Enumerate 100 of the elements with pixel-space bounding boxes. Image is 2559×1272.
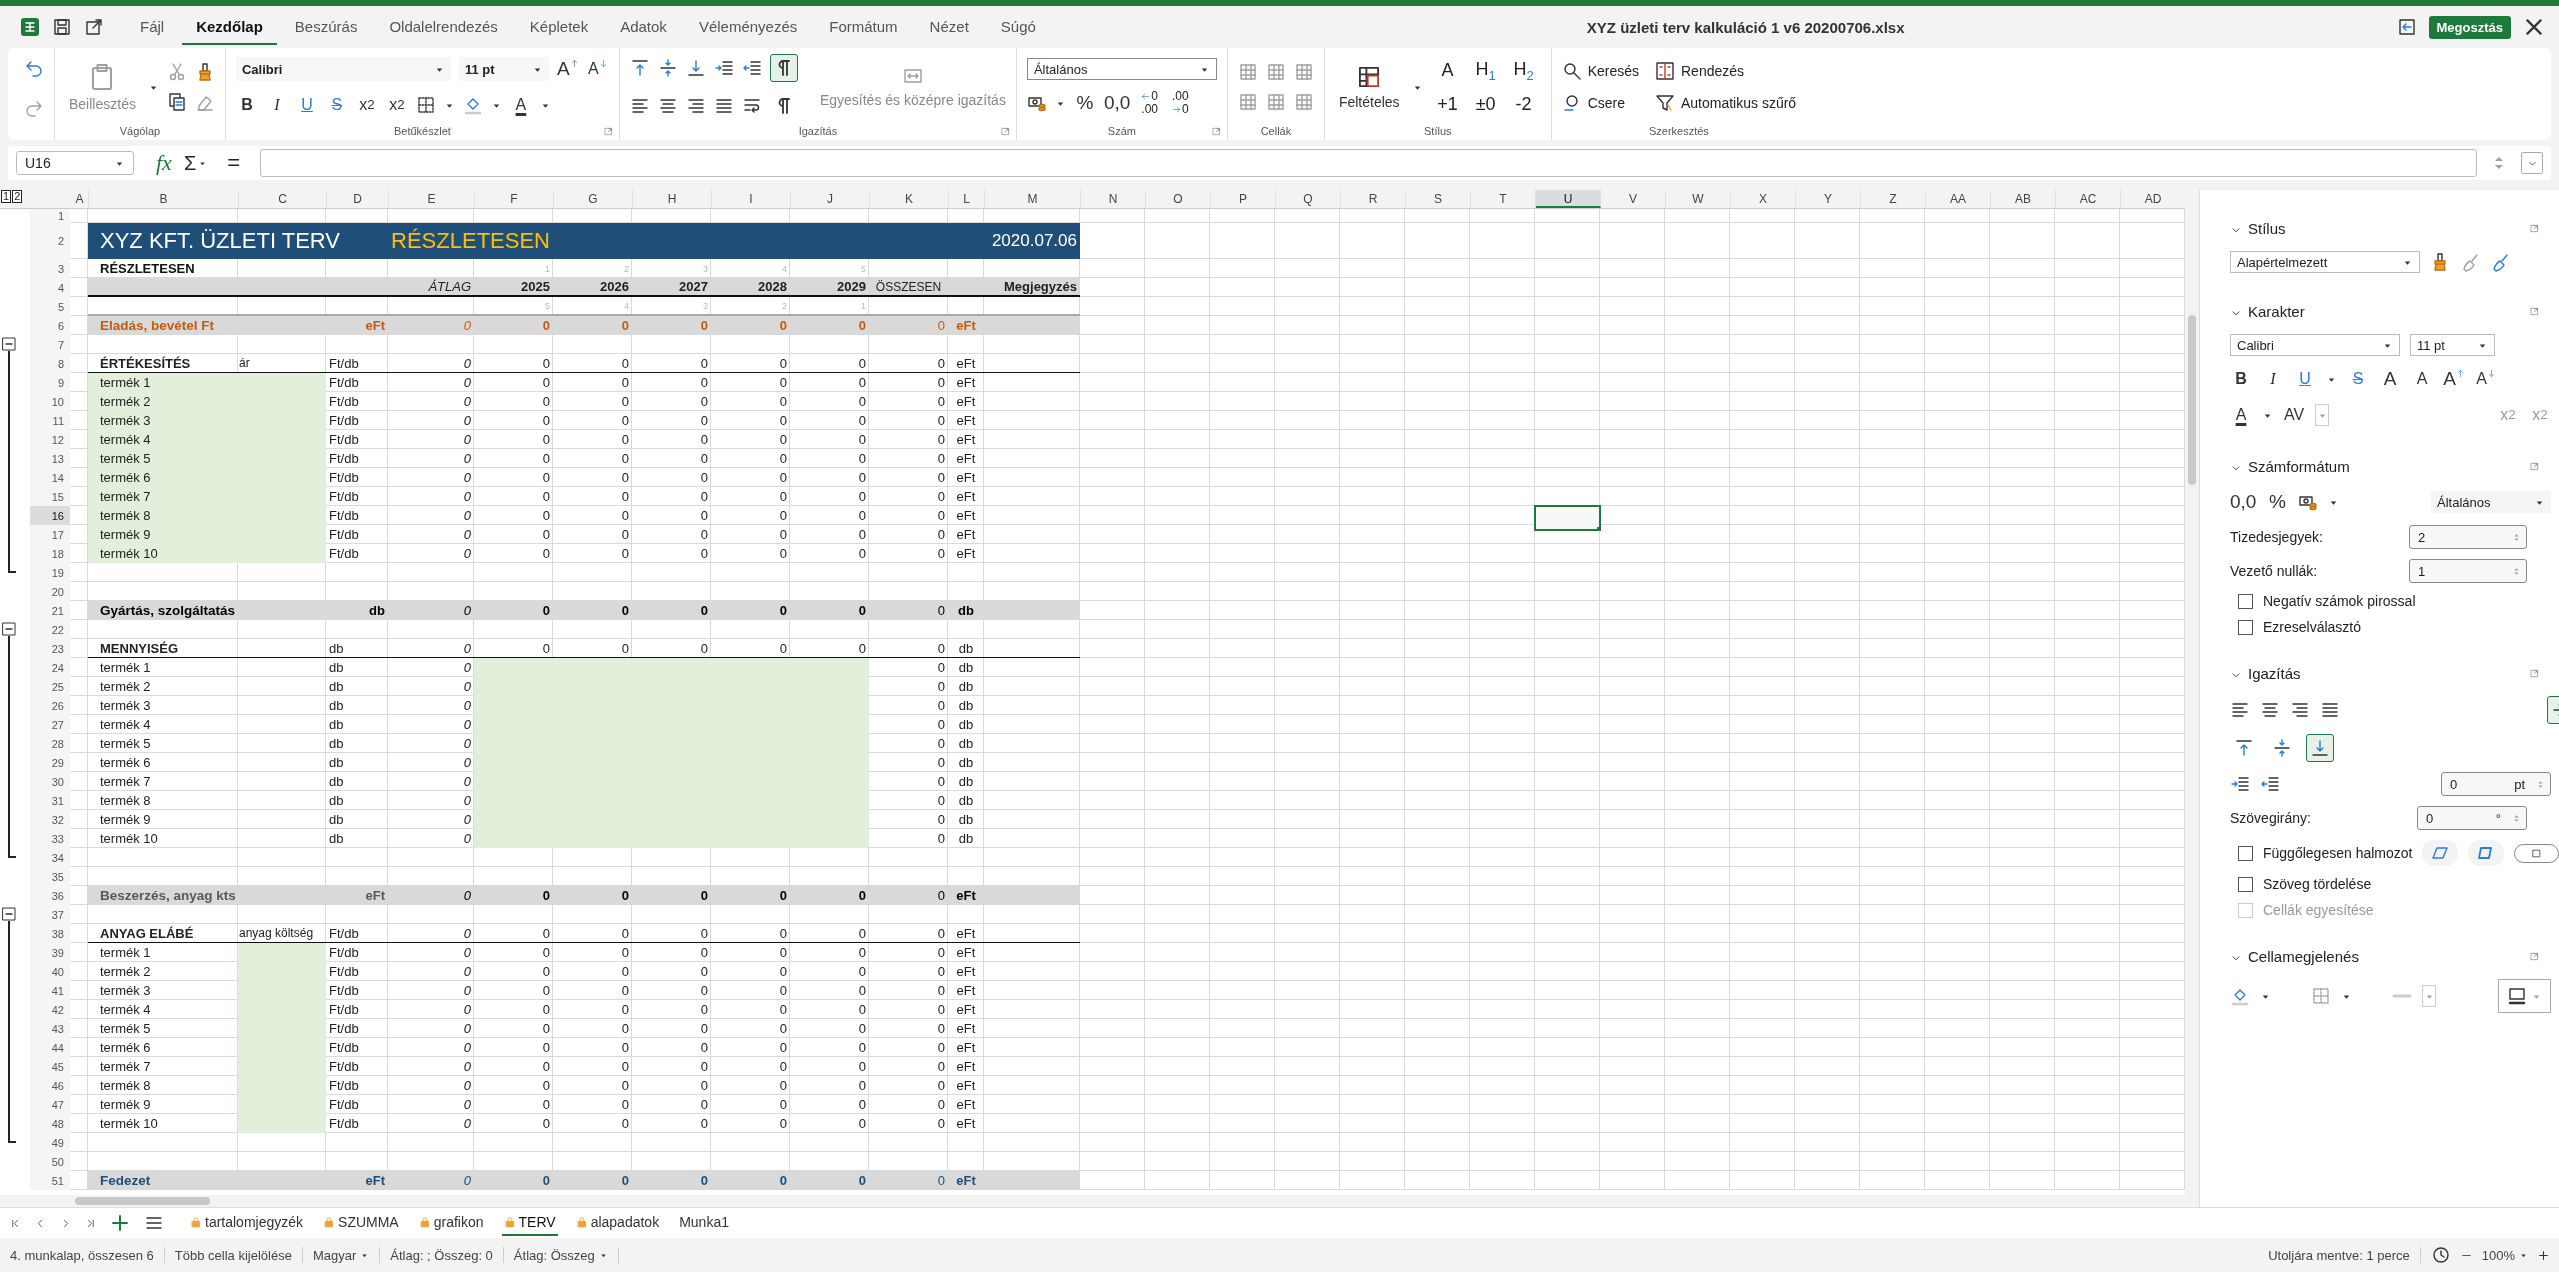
clear-format-button[interactable]: A <box>2411 366 2433 392</box>
row-header[interactable]: 29 <box>30 753 70 772</box>
brush-icon[interactable] <box>2460 252 2480 272</box>
find-button[interactable]: Keresés <box>1561 61 1639 81</box>
launcher-icon[interactable] <box>2530 462 2539 471</box>
column-header[interactable]: V <box>1601 190 1666 208</box>
menu-tab[interactable]: Oldalelrendezés <box>375 9 512 45</box>
text-effects-button[interactable]: A <box>2379 366 2401 392</box>
font-select[interactable]: Calibri <box>2230 334 2400 356</box>
slant-button[interactable] <box>2468 840 2505 866</box>
style-button[interactable]: H$_{1}$ <box>1468 58 1503 83</box>
panel-toggle-icon[interactable] <box>2396 17 2417 37</box>
column-header[interactable]: G <box>554 190 633 208</box>
input-field[interactable]: 0 ° <box>2417 806 2527 830</box>
column-header[interactable]: W <box>1666 190 1731 208</box>
grow-font-button[interactable]: A <box>556 56 579 82</box>
expand-button[interactable] <box>2521 152 2543 174</box>
style-button[interactable]: H$_{2}$ <box>1506 58 1541 83</box>
column-header[interactable]: J <box>791 190 870 208</box>
square-icon[interactable] <box>2531 847 2543 859</box>
row-header[interactable]: 23 <box>30 639 70 658</box>
launcher-icon[interactable] <box>2530 224 2539 233</box>
row-header[interactable]: 7 <box>30 335 70 354</box>
lock-icon[interactable] <box>323 1216 336 1228</box>
row-header[interactable]: 26 <box>30 696 70 715</box>
close-icon[interactable] <box>2523 16 2545 38</box>
row-header[interactable]: 31 <box>30 791 70 810</box>
column-header[interactable]: AC <box>2056 190 2121 208</box>
launcher-icon[interactable] <box>603 126 613 136</box>
row-header[interactable]: 8 <box>30 354 70 373</box>
row-header[interactable]: 16 <box>30 506 70 525</box>
checkbox[interactable] <box>2238 593 2253 609</box>
row-header[interactable]: 2 <box>30 223 70 259</box>
arrow-up-icon[interactable] <box>2455 369 2465 378</box>
input-cell[interactable] <box>474 658 869 677</box>
launcher-icon[interactable] <box>2530 952 2539 961</box>
row-header[interactable]: 25 <box>30 677 70 696</box>
sheet-tab[interactable]: tartalomjegyzék <box>188 1210 306 1236</box>
checkbox[interactable] <box>2238 876 2253 892</box>
column-header[interactable]: A <box>71 190 89 208</box>
row-header[interactable]: 40 <box>30 962 70 981</box>
italic-button[interactable]: I <box>265 92 288 118</box>
row-header[interactable]: 43 <box>30 1019 70 1038</box>
column-header[interactable]: O <box>1146 190 1211 208</box>
sheet-tab[interactable]: grafikon <box>416 1210 486 1236</box>
column-header[interactable]: U <box>1536 190 1601 208</box>
section-title[interactable]: Karakter <box>2248 303 2305 320</box>
equals-button[interactable]: = <box>227 150 241 176</box>
sheet-tab[interactable]: TERV <box>501 1210 558 1236</box>
toggle-button[interactable] <box>2514 843 2559 863</box>
row-header[interactable]: 13 <box>30 449 70 468</box>
format-select[interactable]: Általános <box>2431 491 2551 513</box>
column-header[interactable]: D <box>327 190 389 208</box>
collapse-icon[interactable] <box>2 622 16 636</box>
align-top-icon[interactable] <box>629 58 650 78</box>
lock-icon[interactable] <box>418 1216 431 1228</box>
bold-button[interactable]: B <box>2230 366 2252 392</box>
indent-icon[interactable] <box>2230 774 2250 794</box>
decrease-decimal-button[interactable]: .00 0 <box>1169 90 1192 116</box>
shrink-font-button[interactable]: A <box>2475 366 2497 392</box>
function-button[interactable]: fx <box>156 150 172 176</box>
size-select[interactable]: 11 pt <box>458 57 549 81</box>
row-header[interactable]: 42 <box>30 1000 70 1019</box>
formula-input[interactable] <box>260 149 2477 177</box>
arrow-down-icon[interactable] <box>2486 369 2496 378</box>
input-cell[interactable] <box>238 943 326 962</box>
menu-tab[interactable]: Súgó <box>986 9 1050 45</box>
column-header[interactable]: P <box>1211 190 1276 208</box>
column-header[interactable]: S <box>1406 190 1471 208</box>
name-box[interactable]: U16 <box>16 151 134 175</box>
external-icon[interactable] <box>84 17 104 37</box>
row-header[interactable]: 34 <box>30 848 70 867</box>
menu-tab[interactable]: Kezdőlap <box>182 9 277 45</box>
align-left-icon[interactable] <box>629 96 650 116</box>
sheet-tab[interactable]: SZUMMA <box>321 1210 401 1236</box>
save-icon[interactable] <box>52 17 72 37</box>
zoom-in-icon[interactable] <box>2538 1249 2549 1261</box>
column-header[interactable]: R <box>1341 190 1406 208</box>
style-button[interactable]: +1 <box>1430 94 1465 116</box>
row-header[interactable]: 36 <box>30 886 70 905</box>
input-field[interactable]: 0 pt <box>2441 772 2551 796</box>
style-button[interactable]: ±0 <box>1468 94 1503 116</box>
column-header[interactable]: Q <box>1276 190 1341 208</box>
arrow-left-icon[interactable] <box>1141 92 1151 101</box>
row-header[interactable]: 44 <box>30 1038 70 1057</box>
plus-icon[interactable] <box>110 1213 130 1233</box>
underline-button[interactable]: U <box>295 92 318 118</box>
launcher-icon[interactable] <box>2530 307 2539 316</box>
paste-button[interactable]: Beillesztés <box>65 60 140 114</box>
style-select[interactable]: Alapértelmezett <box>2230 251 2420 273</box>
lock-icon[interactable] <box>190 1216 202 1228</box>
horizontal-scrollbar[interactable] <box>0 1195 2185 1207</box>
align-center-icon[interactable] <box>2260 700 2280 720</box>
copy-icon[interactable] <box>166 92 187 112</box>
selected-cell[interactable] <box>1535 506 1600 530</box>
strikethrough-button[interactable]: S <box>2347 366 2369 392</box>
sum-button[interactable]: Σ <box>183 151 208 175</box>
column-header[interactable]: AA <box>1926 190 1991 208</box>
italic-button[interactable]: I <box>2262 366 2284 392</box>
decimal-button[interactable]: 0,0 <box>1103 90 1131 116</box>
